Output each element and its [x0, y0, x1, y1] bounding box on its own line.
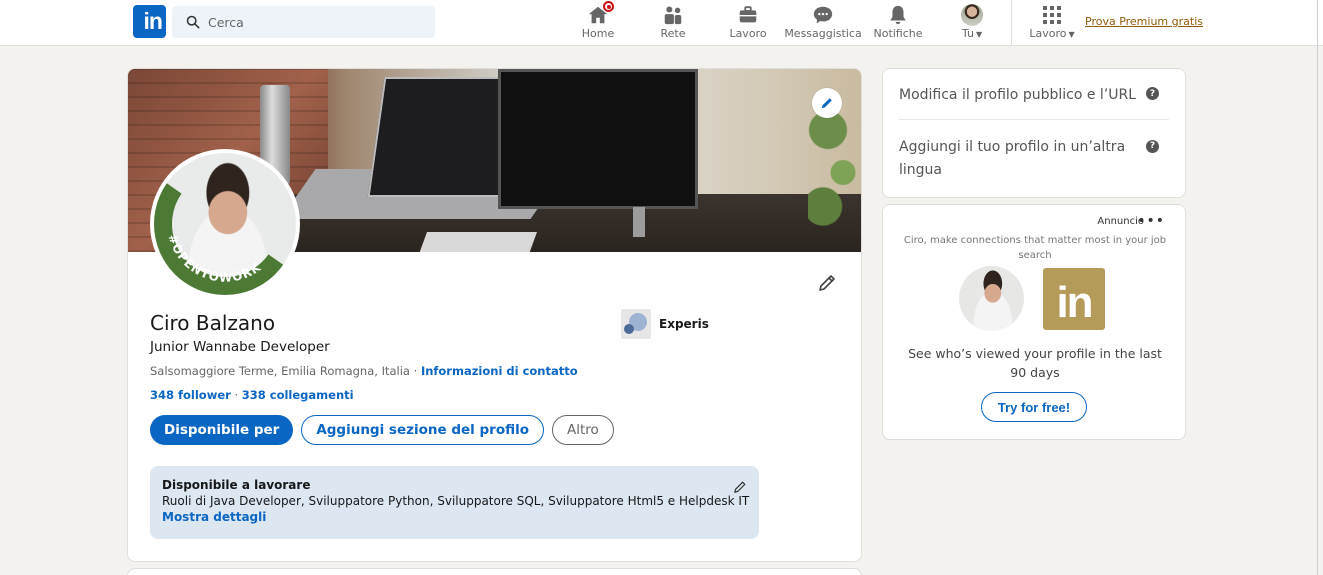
profile-location-row: Salsomaggiore Terme, Emilia Romagna, Ita…	[150, 364, 578, 378]
ad-card: Annuncio ••• Ciro, make connections that…	[882, 204, 1186, 440]
caret-down-icon: ▼	[975, 30, 983, 39]
connections-link[interactable]: 338 collegamenti	[242, 388, 354, 402]
edit-intro-button[interactable]	[817, 273, 837, 297]
pencil-icon	[734, 481, 746, 493]
nav-jobs[interactable]: Lavoro	[729, 3, 767, 43]
contact-info-link[interactable]: Informazioni di contatto	[421, 364, 578, 378]
profile-photo[interactable]: #OPENTOWORK	[150, 149, 300, 299]
nav-work-apps[interactable]: Lavoro ▼	[1028, 3, 1076, 43]
nav-label: Home	[581, 27, 615, 40]
current-company[interactable]: Experis	[621, 309, 709, 339]
nav-notifications[interactable]: Notifiche	[873, 3, 923, 43]
bell-icon	[890, 5, 906, 25]
nav-home[interactable]: Home	[581, 1, 615, 43]
profile-headline: Junior Wannabe Developer	[150, 339, 330, 355]
edit-public-profile-label: Modifica il profilo pubblico e l’URL	[899, 87, 1137, 103]
nav-label: Notifiche	[873, 27, 923, 40]
next-section-card	[127, 568, 862, 575]
banner-keyboard	[418, 232, 538, 252]
open-to-work-box: Disponibile a lavorare Ruoli di Java Dev…	[150, 466, 759, 539]
nav-work-label-wrap: Lavoro ▼	[1029, 27, 1074, 41]
company-logo	[621, 309, 651, 339]
open-to-work-title: Disponibile a lavorare	[162, 478, 311, 492]
separator: ·	[409, 364, 421, 378]
add-profile-section-button[interactable]: Aggiungi sezione del profilo	[301, 415, 544, 445]
company-name: Experis	[659, 317, 709, 331]
profile-location: Salsomaggiore Terme, Emilia Romagna, Ita…	[150, 364, 410, 378]
profile-card: #OPENTOWORK Ciro Balzano Junior Wannabe …	[127, 68, 862, 562]
search-bar[interactable]	[172, 6, 435, 38]
nav-label: Messaggistica	[784, 27, 862, 40]
edit-open-to-work-button[interactable]	[733, 479, 747, 498]
nav-label: Tu	[961, 27, 974, 40]
pencil-icon	[821, 98, 832, 109]
try-for-free-button[interactable]: Try for free!	[981, 392, 1087, 422]
add-language-profile-label: Aggiungi il tuo profilo in un’altra ling…	[899, 139, 1126, 178]
help-icon[interactable]: ?	[1146, 140, 1159, 153]
search-input[interactable]	[208, 14, 418, 30]
avatar	[959, 266, 1024, 331]
opentowork-frame: #OPENTOWORK	[154, 177, 292, 295]
network-icon	[664, 6, 682, 25]
open-to-button[interactable]: Disponibile per	[150, 415, 294, 445]
profile-settings-card: Modifica il profilo pubblico e l’URL ? A…	[882, 68, 1186, 198]
nav-label: Rete	[660, 27, 686, 40]
open-to-work-roles: Ruoli di Java Developer, Sviluppatore Py…	[162, 494, 750, 508]
linkedin-logo-icon[interactable]: in	[133, 5, 166, 38]
avatar: #OPENTOWORK	[154, 153, 296, 295]
nav-label: Lavoro	[1029, 27, 1067, 40]
edit-banner-button[interactable]	[812, 88, 842, 118]
nav-network[interactable]: Rete	[660, 3, 686, 43]
separator: ·	[230, 388, 242, 402]
profile-name: Ciro Balzano	[150, 311, 276, 335]
notification-badge	[603, 1, 614, 12]
banner-monitor	[498, 69, 698, 209]
caret-down-icon: ▼	[1068, 30, 1075, 39]
messaging-icon	[813, 6, 833, 24]
search-icon	[186, 15, 200, 29]
nav-me-label-wrap: Tu ▼	[962, 27, 982, 41]
top-navigation: in Home Rete Lavoro Messaggistica Notif	[0, 0, 1323, 46]
show-details-link[interactable]: Mostra dettagli	[162, 510, 747, 524]
help-icon[interactable]: ?	[1146, 87, 1159, 100]
ad-subtitle: Ciro, make connections that matter most …	[903, 235, 1167, 261]
nav-label: Lavoro	[729, 27, 767, 40]
linkedin-premium-logo-icon: in	[1043, 268, 1105, 330]
profile-actions: Disponibile per Aggiungi sezione del pro…	[150, 415, 614, 445]
briefcase-icon	[739, 6, 757, 23]
ad-menu-icon[interactable]: •••	[1137, 213, 1165, 229]
window-edge	[1317, 0, 1318, 575]
add-language-profile-link[interactable]: Aggiungi il tuo profilo in un’altra ling…	[899, 119, 1169, 182]
profile-network-row: 348 follower · 338 collegamenti	[150, 388, 354, 402]
more-button[interactable]: Altro	[552, 415, 614, 445]
nav-divider	[1011, 0, 1012, 46]
banner-monitor-stand	[633, 207, 645, 237]
nav-messaging[interactable]: Messaggistica	[784, 3, 862, 43]
avatar	[961, 4, 983, 26]
followers-link[interactable]: 348 follower	[150, 388, 231, 402]
premium-link[interactable]: Prova Premium gratis	[1085, 15, 1203, 28]
nav-me[interactable]: Tu ▼	[958, 3, 986, 43]
ad-text: See who’s viewed your profile in the las…	[908, 346, 1162, 380]
pencil-icon	[819, 275, 835, 291]
grid-icon	[1043, 6, 1061, 24]
edit-public-profile-link[interactable]: Modifica il profilo pubblico e l’URL ?	[899, 69, 1169, 103]
